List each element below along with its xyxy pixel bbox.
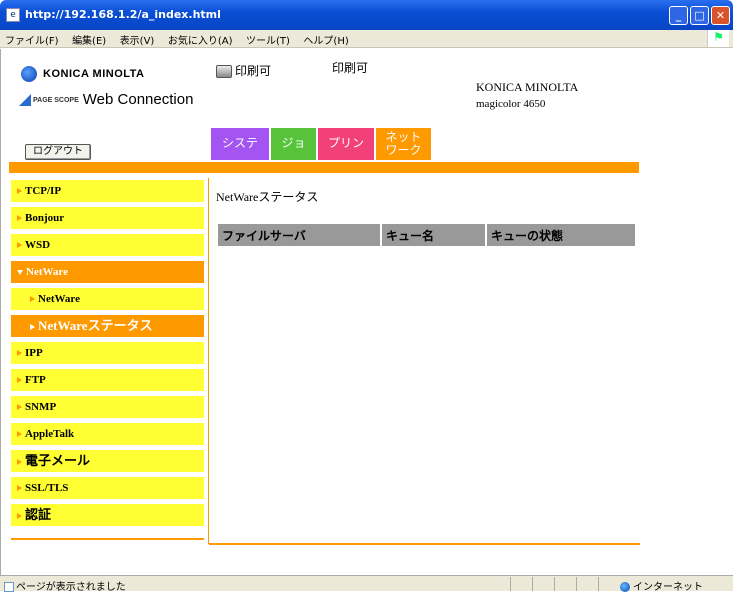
tab-print[interactable]: プリント (318, 128, 374, 180)
column-header-file-server: ファイルサーバ (218, 224, 380, 246)
brand-name: KONICA MINOLTA (43, 67, 145, 80)
arrow-down-icon (17, 269, 23, 275)
main-bottom-divider (209, 543, 640, 545)
column-header-queue-name: キュー名 (382, 224, 485, 246)
sidebar-item-snmp[interactable]: SNMP (11, 396, 204, 418)
tab-system[interactable]: システム (211, 128, 269, 180)
page-title: NetWareステータス (216, 190, 319, 204)
sidebar-item-label: SNMP (25, 401, 57, 413)
menu-view[interactable]: 表示(V) (115, 30, 160, 47)
column-header-queue-status: キューの状態 (487, 224, 635, 246)
sidebar-subitem-netware[interactable]: NetWare (11, 288, 204, 310)
sidebar-item-label: TCP/IP (25, 185, 62, 197)
sidebar-divider (11, 538, 204, 540)
menu-tools[interactable]: ツール(T) (241, 30, 295, 47)
browser-window: e http://192.168.1.2/a_index.html _ □ ✕ … (0, 0, 733, 593)
sidebar-item-appletalk[interactable]: AppleTalk (11, 423, 204, 445)
sidebar-item-label: NetWareステータス (38, 318, 153, 333)
minimize-button[interactable]: _ (669, 6, 688, 25)
product-logo: PAGE SCOPE Web Connection (19, 91, 193, 108)
arrow-right-icon (17, 215, 22, 222)
close-button[interactable]: ✕ (711, 6, 730, 25)
printer-status-secondary: 印刷可 (332, 61, 369, 75)
arrow-right-icon (17, 377, 22, 384)
printer-status: 印刷可 (216, 62, 271, 79)
sidebar-item-label: NetWare (26, 266, 68, 278)
menu-bar: ファイル(F) 編集(E) 表示(V) お気に入り(A) ツール(T) ヘルプ(… (0, 30, 733, 48)
sidebar-item-ftp[interactable]: FTP (11, 369, 204, 391)
arrow-right-icon (17, 404, 22, 411)
zone-text: インターネット (633, 582, 703, 593)
status-bar: ページが表示されました インターネット (0, 575, 733, 593)
ie-page-icon: e (6, 8, 20, 22)
printer-status-text: 印刷可 (235, 64, 272, 78)
sidebar-subitem-netware-status[interactable]: NetWareステータス (11, 315, 204, 337)
menu-edit[interactable]: 編集(E) (67, 30, 111, 47)
status-cells (510, 577, 620, 591)
arrow-right-icon (30, 296, 35, 303)
maximize-button[interactable]: □ (690, 6, 709, 25)
brand-logo: KONICA MINOLTA (21, 66, 145, 82)
sidebar-item-label: 電子メール (25, 453, 91, 468)
sidebar-item-ssltls[interactable]: SSL/TLS (11, 477, 204, 499)
sidebar-item-bonjour[interactable]: Bonjour (11, 207, 204, 229)
queue-table: ファイルサーバ キュー名 キューの状態 (216, 222, 637, 248)
sidebar-item-ipp[interactable]: IPP (11, 342, 204, 364)
sidebar-item-tcpip[interactable]: TCP/IP (11, 180, 204, 202)
logout-button[interactable]: ログアウト (25, 144, 91, 160)
globe-logo-icon (21, 66, 37, 82)
menu-favorites[interactable]: お気に入り(A) (163, 30, 238, 47)
model-name: magicolor 4650 (476, 98, 546, 110)
sidebar-item-label: IPP (25, 347, 43, 359)
sidebar-item-label: SSL/TLS (25, 482, 69, 494)
sidebar-item-auth[interactable]: 認証 (11, 504, 204, 526)
arrow-right-icon (30, 324, 35, 331)
menu-file[interactable]: ファイル(F) (0, 30, 64, 47)
sidebar-item-label: FTP (25, 374, 46, 386)
title-bar[interactable]: e http://192.168.1.2/a_index.html _ □ ✕ (0, 0, 733, 30)
arrow-right-icon (17, 459, 22, 466)
arrow-right-icon (17, 350, 22, 357)
status-text: ページが表示されました (16, 582, 126, 593)
sidebar-item-label: WSD (25, 239, 51, 251)
main-tabs: システム ジョブ プリント ネットワーク (211, 128, 433, 180)
arrow-right-icon (17, 431, 22, 438)
arrow-right-icon (17, 242, 22, 249)
sidebar-item-label: Bonjour (25, 212, 65, 224)
sidebar-item-wsd[interactable]: WSD (11, 234, 204, 256)
arrow-right-icon (17, 188, 22, 195)
tab-job[interactable]: ジョブ (271, 128, 316, 180)
arrow-right-icon (17, 485, 22, 492)
menu-help[interactable]: ヘルプ(H) (298, 30, 353, 47)
printer-icon (216, 65, 232, 78)
sidebar-item-label: AppleTalk (25, 428, 75, 440)
sidebar: TCP/IP Bonjour WSD NetWare NetWare NetWa… (11, 180, 204, 531)
sidebar-item-netware[interactable]: NetWare (11, 261, 204, 283)
page-content: KONICA MINOLTA PAGE SCOPE Web Connection … (0, 49, 733, 575)
windows-logo-icon: ⚑ (707, 30, 729, 47)
sidebar-item-label: 認証 (25, 507, 52, 522)
tab-network[interactable]: ネットワーク (376, 128, 431, 160)
table-header-row: ファイルサーバ キュー名 キューの状態 (218, 224, 635, 246)
vertical-divider (208, 178, 209, 544)
device-info: KONICA MINOLTA magicolor 4650 (476, 79, 578, 113)
sidebar-item-label: NetWare (38, 293, 80, 305)
product-prefix: PAGE SCOPE (33, 96, 79, 104)
product-name: Web Connection (82, 91, 194, 108)
sidebar-item-email[interactable]: 電子メール (11, 450, 204, 472)
pagescope-mark-icon (19, 94, 31, 107)
arrow-right-icon (17, 513, 22, 520)
window-title: http://192.168.1.2/a_index.html (25, 8, 221, 21)
header-divider (9, 162, 639, 173)
company-name: KONICA MINOLTA (476, 80, 579, 94)
